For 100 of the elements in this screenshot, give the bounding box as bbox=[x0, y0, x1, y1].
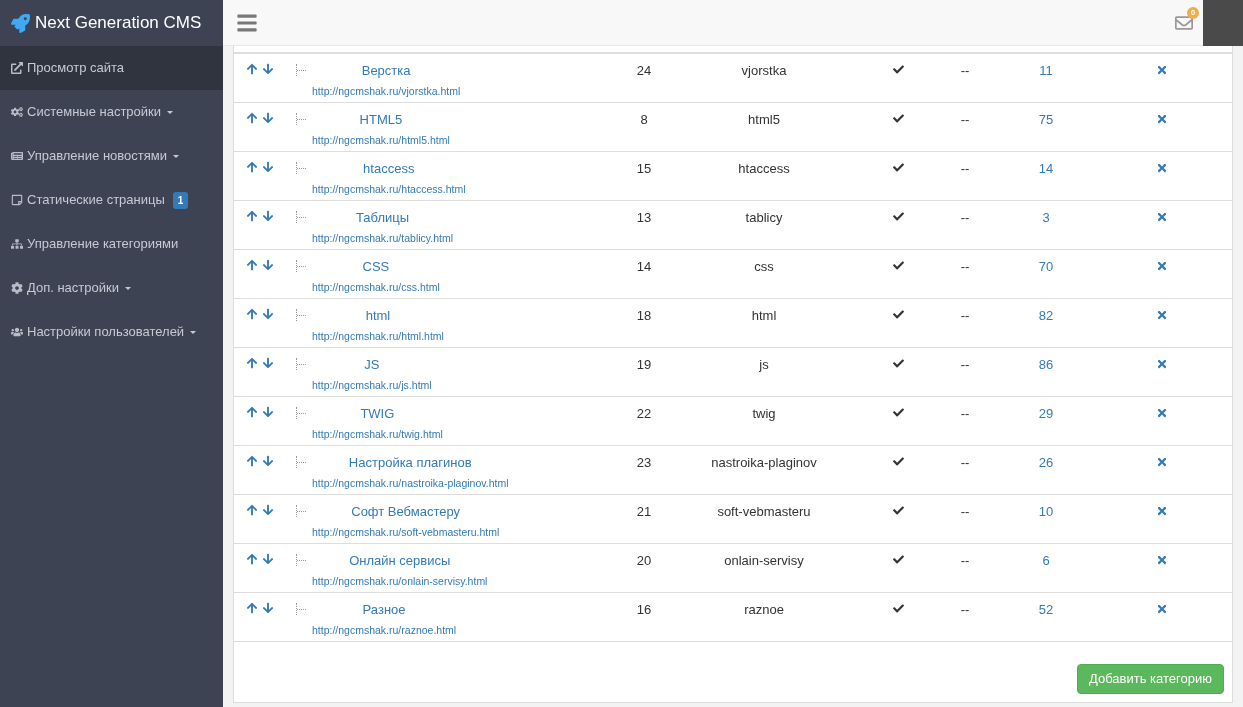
category-link[interactable]: html bbox=[365, 306, 391, 326]
move-up-icon[interactable] bbox=[246, 504, 258, 516]
delete-icon[interactable] bbox=[1156, 407, 1168, 419]
delete-icon[interactable] bbox=[1156, 211, 1168, 223]
category-link[interactable]: htaccess bbox=[363, 159, 415, 179]
category-url-link[interactable]: http://ngcmshak.ru/htaccess.html bbox=[312, 181, 466, 198]
delete-icon[interactable] bbox=[1156, 260, 1168, 272]
category-link[interactable]: Таблицы bbox=[355, 208, 410, 228]
news-count-link[interactable]: 75 bbox=[1038, 112, 1054, 127]
newspaper-icon bbox=[11, 150, 23, 162]
gear-icon bbox=[11, 282, 23, 294]
sidebar-label: Системные настройки bbox=[27, 103, 162, 122]
delete-icon[interactable] bbox=[1156, 603, 1168, 615]
tree-line-icon bbox=[296, 162, 306, 174]
move-up-icon[interactable] bbox=[246, 308, 258, 320]
category-link[interactable]: TWIG bbox=[360, 404, 395, 424]
news-count-link[interactable]: 3 bbox=[1042, 210, 1050, 225]
move-up-icon[interactable] bbox=[246, 602, 258, 614]
news-count-link[interactable]: 29 bbox=[1038, 406, 1054, 421]
category-url-link[interactable]: http://ngcmshak.ru/css.html bbox=[312, 279, 440, 296]
category-link[interactable]: Софт Вебмастеру bbox=[351, 502, 461, 522]
position-text: 8 bbox=[640, 112, 648, 127]
slug-text: onlain-servisy bbox=[724, 553, 804, 568]
move-down-icon[interactable] bbox=[262, 504, 274, 516]
move-down-icon[interactable] bbox=[262, 112, 274, 124]
tree-line-icon bbox=[296, 505, 306, 517]
category-link[interactable]: Настройка плагинов bbox=[348, 453, 472, 473]
category-url-link[interactable]: http://ngcmshak.ru/tablicy.html bbox=[312, 230, 454, 247]
tree-line-icon bbox=[296, 211, 306, 223]
move-up-icon[interactable] bbox=[246, 259, 258, 271]
delete-icon[interactable] bbox=[1156, 456, 1168, 468]
move-down-icon[interactable] bbox=[262, 406, 274, 418]
move-down-icon[interactable] bbox=[262, 210, 274, 222]
sidebar-label: Доп. настройки bbox=[27, 279, 119, 298]
category-link[interactable]: HTML5 bbox=[359, 110, 403, 130]
category-link[interactable]: Онлайн сервисы bbox=[349, 551, 451, 571]
move-down-icon[interactable] bbox=[262, 63, 274, 75]
news-count-link[interactable]: 10 bbox=[1038, 504, 1054, 519]
move-down-icon[interactable] bbox=[262, 455, 274, 467]
add-category-button[interactable]: Добавить категорию bbox=[1077, 664, 1224, 694]
mail-icon[interactable] bbox=[1175, 13, 1193, 32]
move-up-icon[interactable] bbox=[246, 112, 258, 124]
slug-text: tablicy bbox=[745, 210, 783, 225]
news-count-link[interactable]: 14 bbox=[1038, 161, 1054, 176]
slug-text: nastroika-plaginov bbox=[711, 455, 817, 470]
category-link[interactable]: Верстка bbox=[361, 61, 411, 81]
position-text: 23 bbox=[636, 455, 652, 470]
move-up-icon[interactable] bbox=[246, 161, 258, 173]
move-down-icon[interactable] bbox=[262, 161, 274, 173]
slug-text: html5 bbox=[748, 112, 780, 127]
move-up-icon[interactable] bbox=[246, 406, 258, 418]
delete-icon[interactable] bbox=[1156, 113, 1168, 125]
move-down-icon[interactable] bbox=[262, 553, 274, 565]
tree-line-icon bbox=[296, 309, 306, 321]
tree-line-icon bbox=[296, 113, 306, 125]
news-count-link[interactable]: 26 bbox=[1038, 455, 1054, 470]
category-url-link[interactable]: http://ngcmshak.ru/soft-vebmasteru.html bbox=[312, 524, 500, 541]
empty-value-text: -- bbox=[960, 112, 970, 127]
rocket-icon bbox=[11, 13, 30, 33]
tree-line-icon bbox=[296, 358, 306, 370]
category-url-link[interactable]: http://ngcmshak.ru/html5.html bbox=[312, 132, 450, 149]
category-url-link[interactable]: http://ngcmshak.ru/nastroika-plaginov.html bbox=[312, 475, 509, 492]
category-url-link[interactable]: http://ngcmshak.ru/raznoe.html bbox=[312, 622, 457, 639]
move-down-icon[interactable] bbox=[262, 308, 274, 320]
sidebar-item[interactable]: Просмотр сайта bbox=[0, 46, 223, 90]
move-up-icon[interactable] bbox=[246, 553, 258, 565]
delete-icon[interactable] bbox=[1156, 162, 1168, 174]
news-count-link[interactable]: 6 bbox=[1042, 553, 1050, 568]
news-count-link[interactable]: 86 bbox=[1038, 357, 1054, 372]
delete-icon[interactable] bbox=[1156, 554, 1168, 566]
move-down-icon[interactable] bbox=[262, 357, 274, 369]
move-up-icon[interactable] bbox=[246, 210, 258, 222]
category-url-link[interactable]: http://ngcmshak.ru/onlain-servisy.html bbox=[312, 573, 488, 590]
news-count-link[interactable]: 11 bbox=[1039, 63, 1053, 78]
category-link[interactable]: CSS bbox=[362, 257, 390, 277]
category-url-link[interactable]: http://ngcmshak.ru/twig.html bbox=[312, 426, 443, 443]
move-up-icon[interactable] bbox=[246, 357, 258, 369]
news-count-link[interactable]: 82 bbox=[1038, 308, 1054, 323]
brand-title[interactable]: Next Generation CMS bbox=[35, 10, 202, 36]
delete-icon[interactable] bbox=[1156, 505, 1168, 517]
external-link-icon bbox=[11, 62, 23, 74]
category-link[interactable]: Разное bbox=[362, 600, 406, 620]
move-down-icon[interactable] bbox=[262, 602, 274, 614]
empty-value-text: -- bbox=[960, 406, 970, 421]
delete-icon[interactable] bbox=[1156, 358, 1168, 370]
category-link[interactable]: JS bbox=[364, 355, 380, 375]
move-up-icon[interactable] bbox=[246, 455, 258, 467]
news-count-link[interactable]: 52 bbox=[1038, 602, 1054, 617]
category-url-link[interactable]: http://ngcmshak.ru/vjorstka.html bbox=[312, 83, 461, 100]
delete-icon[interactable] bbox=[1156, 64, 1168, 76]
move-down-icon[interactable] bbox=[262, 259, 274, 271]
empty-value-text: -- bbox=[960, 455, 970, 470]
news-count-link[interactable]: 70 bbox=[1038, 259, 1054, 274]
empty-value-text: -- bbox=[960, 259, 970, 274]
category-url-link[interactable]: http://ngcmshak.ru/js.html bbox=[312, 377, 432, 394]
delete-icon[interactable] bbox=[1156, 309, 1168, 321]
category-url-link[interactable]: http://ngcmshak.ru/html.html bbox=[312, 328, 444, 345]
empty-value-text: -- bbox=[960, 553, 970, 568]
move-up-icon[interactable] bbox=[246, 63, 258, 75]
position-text: 14 bbox=[636, 259, 652, 274]
